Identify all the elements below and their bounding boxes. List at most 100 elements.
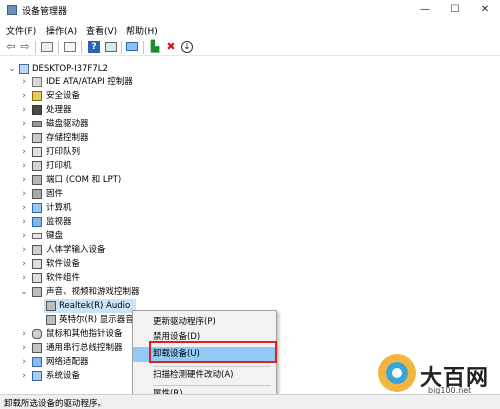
monitor-icon[interactable] bbox=[126, 42, 138, 51]
software-device-icon bbox=[32, 259, 42, 269]
tree-item-label: IDE ATA/ATAPI 控制器 bbox=[46, 77, 133, 87]
menu-item-scan-hardware[interactable]: 扫描检测硬件改动(A) bbox=[133, 368, 276, 383]
expand-chevron-icon[interactable]: › bbox=[20, 243, 28, 257]
maximize-button[interactable]: ☐ bbox=[440, 0, 470, 20]
add-driver-icon[interactable]: ▙ bbox=[149, 41, 161, 53]
mouse-icon bbox=[32, 329, 42, 339]
tree-item[interactable]: › 安全设备 bbox=[0, 89, 220, 103]
tree-item-label: 处理器 bbox=[46, 105, 72, 115]
watermark-logo bbox=[378, 354, 416, 392]
menu-bar: 文件(F) 操作(A) 查看(V) 帮助(H) bbox=[0, 22, 500, 37]
tree-item[interactable]: › 软件设备 bbox=[0, 257, 220, 271]
uninstall-x-icon[interactable]: ✖ bbox=[165, 41, 177, 53]
menu-item-update-driver[interactable]: 更新驱动程序(P) bbox=[133, 315, 276, 330]
console-icon[interactable] bbox=[105, 42, 117, 52]
tree-item[interactable]: › 打印机 bbox=[0, 159, 220, 173]
monitor-icon bbox=[32, 217, 42, 227]
keyboard-icon bbox=[32, 233, 42, 239]
tree-item-label: 系统设备 bbox=[46, 371, 81, 381]
list-icon[interactable] bbox=[64, 42, 76, 52]
expand-chevron-icon[interactable]: › bbox=[20, 355, 28, 369]
expand-chevron-icon[interactable]: › bbox=[20, 187, 28, 201]
expand-chevron-icon[interactable]: › bbox=[20, 369, 28, 383]
tree-item[interactable]: › 键盘 bbox=[0, 229, 220, 243]
toolbar-separator bbox=[121, 41, 122, 54]
forward-arrow-icon[interactable]: ⇨ bbox=[19, 41, 31, 53]
properties-icon[interactable] bbox=[41, 42, 53, 52]
expand-chevron-icon[interactable]: › bbox=[20, 257, 28, 271]
tree-item[interactable]: › 人体学输入设备 bbox=[0, 243, 220, 257]
tree-item-label: 监视器 bbox=[46, 217, 72, 227]
collapse-chevron-icon[interactable]: ⌄ bbox=[20, 285, 28, 299]
speaker-icon bbox=[46, 315, 56, 325]
tree-item[interactable]: › 鼠标和其他指针设备 bbox=[0, 327, 132, 341]
tree-item-label: 计算机 bbox=[46, 203, 72, 213]
storage-controller-icon bbox=[32, 133, 42, 143]
menu-separator bbox=[153, 385, 271, 386]
expand-chevron-icon[interactable]: › bbox=[20, 89, 28, 103]
collapse-chevron-icon[interactable]: ⌄ bbox=[8, 62, 16, 76]
expand-chevron-icon[interactable]: › bbox=[20, 229, 28, 243]
tree-item-label: 固件 bbox=[46, 189, 64, 199]
tree-item[interactable]: › IDE ATA/ATAPI 控制器 bbox=[0, 75, 220, 89]
expand-chevron-icon[interactable]: › bbox=[20, 131, 28, 145]
ide-controller-icon bbox=[32, 77, 42, 87]
tree-item[interactable]: › 软件组件 bbox=[0, 271, 220, 285]
expand-chevron-icon[interactable]: › bbox=[20, 159, 28, 173]
software-component-icon bbox=[32, 273, 42, 283]
expand-chevron-icon[interactable]: › bbox=[20, 173, 28, 187]
tree-item[interactable]: › 网络适配器 bbox=[0, 355, 132, 369]
tree-item[interactable]: › 监视器 bbox=[0, 215, 220, 229]
tree-device-label: Realtek(R) Audio bbox=[59, 301, 131, 311]
help-icon[interactable]: ? bbox=[88, 41, 100, 53]
toolbar-separator bbox=[81, 41, 82, 54]
tree-item[interactable]: › 打印队列 bbox=[0, 145, 220, 159]
title-bar: 设备管理器 — ☐ ✕ bbox=[0, 0, 500, 20]
download-icon[interactable]: ↓ bbox=[181, 41, 193, 53]
expand-chevron-icon[interactable]: › bbox=[20, 75, 28, 89]
device-manager-icon bbox=[7, 5, 17, 15]
expand-chevron-icon[interactable]: › bbox=[20, 117, 28, 131]
status-text: 卸载所选设备的驱动程序。 bbox=[4, 399, 107, 409]
expand-chevron-icon[interactable]: › bbox=[20, 145, 28, 159]
tree-item[interactable]: › 磁盘驱动器 bbox=[0, 117, 220, 131]
tree-item-label: 磁盘驱动器 bbox=[46, 119, 89, 129]
close-button[interactable]: ✕ bbox=[470, 0, 500, 20]
expand-chevron-icon[interactable]: › bbox=[20, 201, 28, 215]
expand-chevron-icon[interactable]: › bbox=[20, 103, 28, 117]
tree-item[interactable]: › 固件 bbox=[0, 187, 220, 201]
processor-icon bbox=[32, 105, 42, 115]
tree-device-intel-display-audio[interactable]: 英特尔(R) 显示器音 bbox=[44, 313, 136, 327]
menu-view[interactable]: 查看(V) bbox=[86, 24, 117, 37]
print-queue-icon bbox=[32, 147, 42, 157]
tree-root[interactable]: ⌄ DESKTOP-I37F7L2 bbox=[0, 62, 200, 76]
tree-device-realtek-audio[interactable]: Realtek(R) Audio bbox=[44, 299, 136, 313]
computer-icon bbox=[32, 203, 42, 213]
tree-item[interactable]: › 端口 (COM 和 LPT) bbox=[0, 173, 220, 187]
menu-file[interactable]: 文件(F) bbox=[6, 24, 36, 37]
tree-item[interactable]: › 通用串行总线控制器 bbox=[0, 341, 132, 355]
toolbar-separator bbox=[58, 41, 59, 54]
menu-help[interactable]: 帮助(H) bbox=[126, 24, 158, 37]
port-icon bbox=[32, 175, 42, 185]
menu-action[interactable]: 操作(A) bbox=[46, 24, 77, 37]
tree-item-label: 通用串行总线控制器 bbox=[46, 343, 123, 353]
tree-item[interactable]: › 计算机 bbox=[0, 201, 220, 215]
toolbar-separator bbox=[35, 41, 36, 54]
tree-item-expanded[interactable]: ⌄ 声音、视频和游戏控制器 bbox=[0, 285, 220, 299]
tree-item[interactable]: › 处理器 bbox=[0, 103, 220, 117]
speaker-icon bbox=[32, 287, 42, 297]
back-arrow-icon[interactable]: ⇦ bbox=[5, 41, 17, 53]
expand-chevron-icon[interactable]: › bbox=[20, 327, 28, 341]
expand-chevron-icon[interactable]: › bbox=[20, 215, 28, 229]
tree-item[interactable]: › 存储控制器 bbox=[0, 131, 220, 145]
tree-item[interactable]: › 系统设备 bbox=[0, 369, 132, 383]
expand-chevron-icon[interactable]: › bbox=[20, 271, 28, 285]
tree-item-label: 打印机 bbox=[46, 161, 72, 171]
menu-separator bbox=[153, 366, 271, 367]
computer-icon bbox=[19, 64, 29, 74]
expand-chevron-icon[interactable]: › bbox=[20, 341, 28, 355]
network-adapter-icon bbox=[32, 357, 42, 367]
tree-item-label: 鼠标和其他指针设备 bbox=[46, 329, 123, 339]
minimize-button[interactable]: — bbox=[410, 0, 440, 20]
